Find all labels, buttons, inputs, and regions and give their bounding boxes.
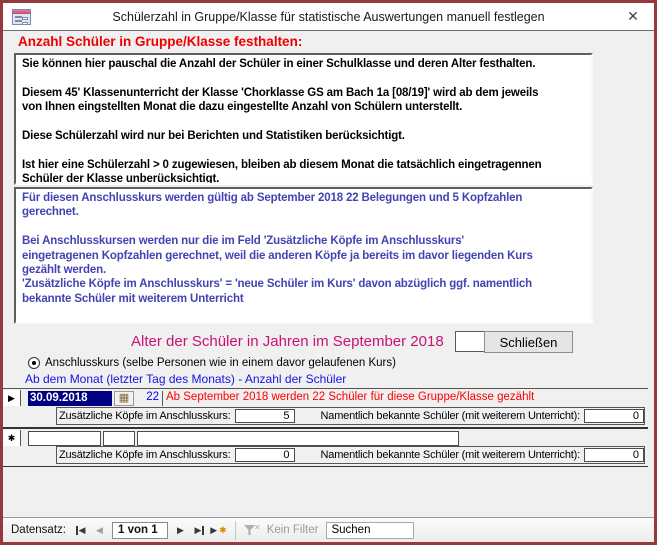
radio-selected-icon[interactable] [28,357,40,369]
new-record-icon[interactable]: ✱ [3,430,21,446]
anschlusskurs-radio-row[interactable]: Anschlusskurs (selbe Personen wie in ein… [28,357,396,369]
known-students-input-new[interactable] [584,448,644,462]
extra-heads-label: Zusätzliche Köpfe im Anschlusskurs: [59,410,231,422]
known-students-label-new: Namentlich bekannte Schüler (mit weitere… [321,449,580,461]
student-count-field[interactable]: 22 [138,391,162,406]
next-record-button[interactable]: ▶ [172,522,189,539]
new-count-field[interactable] [103,431,135,446]
schliessen-button[interactable]: Schließen [484,331,573,353]
info-box-general-text: Sie können hier pauschal die Anzahl der … [16,55,591,185]
new-date-field[interactable] [28,431,101,446]
known-students-input[interactable] [584,409,644,423]
title-bar: Schülerzahl in Gruppe/Klasse für statist… [3,3,654,31]
date-field[interactable]: 30.09.2018 [28,391,112,406]
search-input[interactable] [326,522,414,539]
filter-state-label: Kein Filter [267,524,319,536]
dialog-window: Schülerzahl in Gruppe/Klasse für statist… [0,0,657,545]
record-position-box[interactable]: 1 von 1 [112,522,168,539]
datensatz-label: Datensatz: [11,524,66,536]
new-note-field[interactable] [137,431,459,446]
page-title: Anzahl Schüler in Gruppe/Klasse festhalt… [18,34,302,49]
anschlusskurs-radio-label: Anschlusskurs (selbe Personen wie in ein… [45,357,396,369]
record-note: Ab September 2018 werden 22 Schüler für … [163,391,633,406]
info-box-general: Sie können hier pauschal die Anzahl der … [14,53,593,185]
current-record-selector-icon[interactable]: ▶ [3,390,21,406]
record-navigation-bar: Datensatz: ◀ ◀ 1 von 1 ▶ ▶ ▶✱ ✕ Kein Fil… [3,517,654,542]
known-students-label: Namentlich bekannte Schüler (mit weitere… [321,410,580,422]
previous-record-button[interactable]: ◀ [91,522,108,539]
extra-heads-input-new[interactable] [235,448,295,462]
column-header: Ab dem Monat (letzter Tag des Monats) - … [25,372,346,386]
filter-x-icon: ✕ [254,523,261,532]
extra-heads-input[interactable] [235,409,295,423]
first-record-button[interactable]: ◀ [72,522,89,539]
calendar-icon[interactable]: ▦ [114,391,134,406]
new-record-row: ✱ [3,430,459,446]
info-box-anschlusskurs-text: Für diesen Anschlusskurs werden gültig a… [16,189,591,324]
info-box-anschlusskurs: Für diesen Anschlusskurs werden gültig a… [14,187,593,324]
close-icon[interactable]: ✕ [616,3,650,30]
extra-heads-label-new: Zusätzliche Köpfe im Anschlusskurs: [59,449,231,461]
window-title: Schülerzahl in Gruppe/Klasse für statist… [3,10,654,24]
age-label: Alter der Schüler in Jahren im September… [131,333,444,350]
new-record-subrow: Zusätzliche Köpfe im Anschlusskurs: Name… [56,446,645,464]
last-record-button[interactable]: ▶ [191,522,208,539]
age-row: Alter der Schüler in Jahren im September… [3,331,657,353]
record-1-subrow: Zusätzliche Köpfe im Anschlusskurs: Name… [56,407,645,425]
record-row-1: ▶ 30.09.2018 ▦ 22 Ab September 2018 werd… [3,390,633,406]
new-record-button[interactable]: ▶✱ [210,522,227,539]
